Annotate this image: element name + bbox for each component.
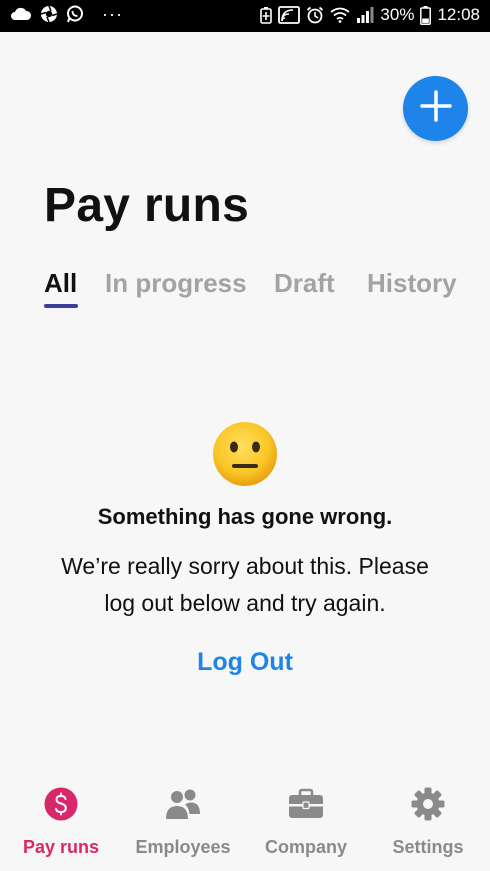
- clock: 12:08: [437, 5, 480, 24]
- error-title: Something has gone wrong.: [97, 504, 393, 529]
- tab-label: Draft: [274, 268, 335, 298]
- signal-icon: [356, 7, 374, 23]
- nav-label: Employees: [135, 837, 231, 857]
- nav-settings[interactable]: Settings: [367, 781, 489, 866]
- people-icon: [164, 785, 202, 823]
- whatsapp-icon: [66, 5, 84, 23]
- error-message-line: log out below and try again.: [104, 590, 386, 616]
- wifi-icon: [330, 7, 350, 23]
- nav-pay-runs[interactable]: Pay runs: [0, 781, 122, 866]
- cast-icon: [278, 6, 301, 24]
- nav-company[interactable]: Company: [245, 781, 367, 866]
- tab-label: History: [367, 268, 457, 298]
- tab-label: In progress: [105, 268, 247, 298]
- tab-draft[interactable]: Draft: [274, 268, 335, 299]
- page-title: Pay runs: [44, 179, 250, 232]
- nav-label: Company: [264, 837, 347, 857]
- more-dots-icon: ···: [102, 4, 123, 24]
- error-message-line: We’re really sorry about this. Please: [61, 553, 429, 579]
- tab-history[interactable]: History: [367, 268, 457, 299]
- gear-icon: [409, 785, 447, 823]
- tab-in-progress[interactable]: In progress: [105, 268, 247, 299]
- cloud-icon: [10, 7, 32, 21]
- neutral-face-icon: [211, 420, 279, 488]
- tab-label: All: [44, 268, 78, 298]
- nav-employees[interactable]: Employees: [122, 781, 244, 866]
- alarm-icon: [306, 6, 324, 24]
- active-tab-indicator: [44, 304, 78, 308]
- nav-label: Pay runs: [22, 837, 100, 857]
- status-bar: ··· 30% 12:08: [0, 0, 490, 32]
- plus-icon: [419, 89, 453, 128]
- dollar-icon: [42, 785, 80, 823]
- tab-all[interactable]: All: [44, 268, 78, 308]
- log-out-link[interactable]: Log Out: [0, 648, 490, 677]
- bottom-nav: Pay runs Employees Company Settings: [0, 771, 490, 871]
- battery-percent: 30%: [380, 5, 415, 24]
- aperture-icon: [40, 5, 58, 23]
- error-message: We’re really sorry about this. Please lo…: [30, 548, 460, 622]
- nav-label: Settings: [392, 837, 464, 857]
- add-pay-run-button[interactable]: [403, 76, 468, 141]
- tab-bar: All In progress Draft History: [44, 268, 464, 312]
- battery-icon: [420, 5, 432, 25]
- battery-saver-icon: [260, 6, 273, 24]
- briefcase-icon: [287, 785, 325, 823]
